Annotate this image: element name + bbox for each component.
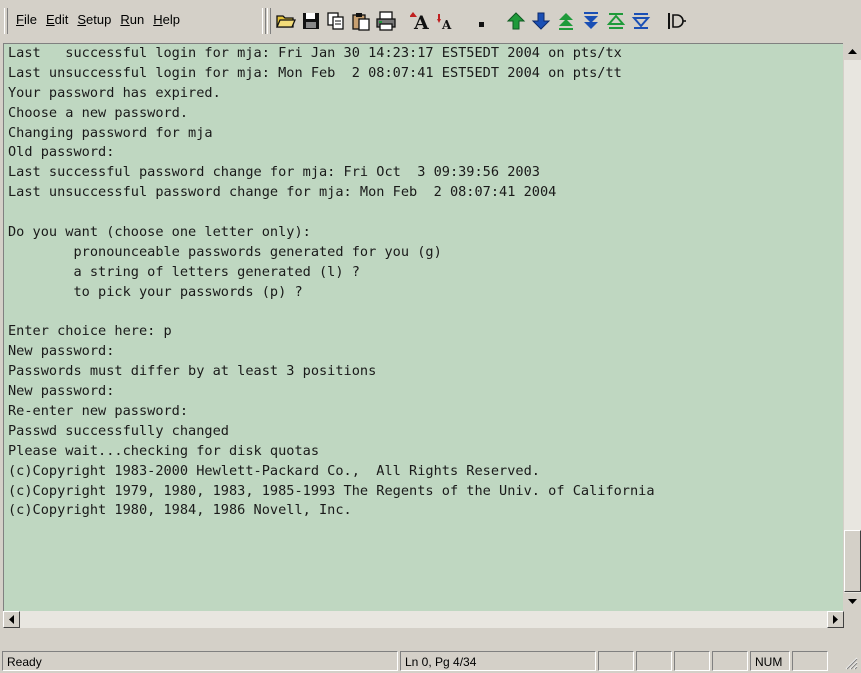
page-down-icon	[584, 12, 598, 29]
arrow-down-icon	[848, 599, 857, 604]
top-button[interactable]	[605, 10, 627, 32]
terminal-line: Last unsuccessful login for mja: Mon Feb…	[8, 64, 622, 81]
menu-setup[interactable]: Setup	[77, 12, 111, 27]
vertical-scrollbar[interactable]	[844, 43, 861, 610]
scroll-left-button[interactable]	[3, 611, 20, 628]
toolbar-grip[interactable]	[267, 8, 271, 34]
scroll-up-button[interactable]	[844, 43, 861, 60]
copy-icon	[327, 12, 344, 30]
save-disk-icon	[303, 13, 319, 29]
bottom-icon	[631, 13, 651, 29]
terminal-line: Do you want (choose one letter only):	[8, 224, 311, 241]
small-square-button[interactable]	[470, 10, 492, 32]
terminal-line: Old password:	[8, 144, 115, 161]
terminal-line: Passwd successfully changed	[8, 422, 229, 439]
status-ready: Ready	[2, 651, 398, 671]
toolbar-buttons: AA	[275, 8, 690, 34]
disconnect-button[interactable]	[665, 10, 687, 32]
terminal-line: Changing password for mja	[8, 124, 213, 141]
arrow-right-icon	[833, 615, 838, 624]
horizontal-scrollbar[interactable]	[3, 611, 844, 628]
page-down-button[interactable]	[580, 10, 602, 32]
menu-edit[interactable]: Edit	[46, 12, 68, 27]
terminal-line: Last successful password change for mja:…	[8, 164, 540, 181]
size-grip-icon	[845, 657, 858, 670]
terminal-line: (c)Copyright 1983-2000 Hewlett-Packard C…	[8, 462, 540, 479]
arrow-up-icon	[506, 12, 526, 30]
open-folder-icon	[276, 15, 296, 28]
arrow-up-icon	[848, 49, 857, 54]
disconnect-icon	[668, 13, 686, 29]
page-up-icon	[559, 13, 573, 30]
save-disk-button[interactable]	[300, 10, 322, 32]
page-up-button[interactable]	[555, 10, 577, 32]
status-position: Ln 0, Pg 4/34	[400, 651, 596, 671]
size-grip[interactable]	[830, 651, 859, 671]
terminal-line: Please wait...checking for disk quotas	[8, 442, 319, 459]
paste-icon	[352, 13, 370, 31]
terminal-output[interactable]: Last successful login for mja: Fri Jan 3…	[3, 43, 843, 611]
toolbar-separator	[262, 8, 266, 34]
status-pane-empty	[674, 651, 710, 671]
terminal-line: New password:	[8, 343, 115, 360]
svg-text:A: A	[441, 18, 452, 32]
copy-button[interactable]	[325, 10, 347, 32]
status-bar: Ready Ln 0, Pg 4/34 NUM	[0, 648, 861, 673]
terminal-line: Enter choice here: p	[8, 323, 172, 340]
status-pane-empty	[636, 651, 672, 671]
open-folder-button[interactable]	[275, 10, 297, 32]
menu-file[interactable]: File	[16, 12, 37, 27]
status-pane-empty	[598, 651, 634, 671]
terminal-line: Last unsuccessful password change for mj…	[8, 184, 557, 201]
font-smaller-button[interactable]: A	[435, 10, 457, 32]
scrollbar-corner	[844, 611, 861, 628]
font-larger-icon: A	[410, 12, 429, 32]
status-pane-empty	[792, 651, 828, 671]
terminal-line: New password:	[8, 383, 115, 400]
terminal-line: (c)Copyright 1979, 1980, 1983, 1985-1993…	[8, 482, 655, 499]
font-larger-button[interactable]: A	[410, 10, 432, 32]
status-num: NUM	[750, 651, 790, 671]
arrow-down-icon	[531, 12, 551, 30]
top-icon	[606, 13, 626, 29]
small-square-icon	[479, 22, 484, 27]
menu-bar: File Edit Setup Run Help	[16, 12, 189, 27]
terminal-line: pronounceable passwords generated for yo…	[8, 243, 442, 260]
terminal-line: Passwords must differ by at least 3 posi…	[8, 363, 377, 380]
bottom-button[interactable]	[630, 10, 652, 32]
terminal-line: (c)Copyright 1980, 1984, 1986 Novell, In…	[8, 502, 352, 519]
scroll-down-button[interactable]	[844, 593, 861, 610]
scroll-right-button[interactable]	[827, 611, 844, 628]
arrow-down-button[interactable]	[530, 10, 552, 32]
terminal-line: Your password has expired.	[8, 84, 221, 101]
terminal-line: Last successful login for mja: Fri Jan 3…	[8, 45, 622, 61]
paste-button[interactable]	[350, 10, 372, 32]
print-button[interactable]	[375, 10, 397, 32]
arrow-up-button[interactable]	[505, 10, 527, 32]
terminal-line: Choose a new password.	[8, 104, 189, 121]
terminal-line: Re-enter new password:	[8, 403, 189, 420]
vertical-scroll-thumb[interactable]	[844, 530, 861, 592]
print-icon	[376, 11, 396, 31]
menu-help[interactable]: Help	[153, 12, 180, 27]
terminal-line: to pick your passwords (p) ?	[8, 283, 303, 300]
status-pane-empty	[712, 651, 748, 671]
toolbar-grip[interactable]	[4, 8, 8, 34]
font-smaller-icon: A	[437, 14, 452, 32]
terminal-line: a string of letters generated (l) ?	[8, 263, 360, 280]
arrow-left-icon	[9, 615, 14, 624]
toolbar: File Edit Setup Run Help AA	[0, 0, 861, 42]
menu-run[interactable]: Run	[120, 12, 144, 27]
